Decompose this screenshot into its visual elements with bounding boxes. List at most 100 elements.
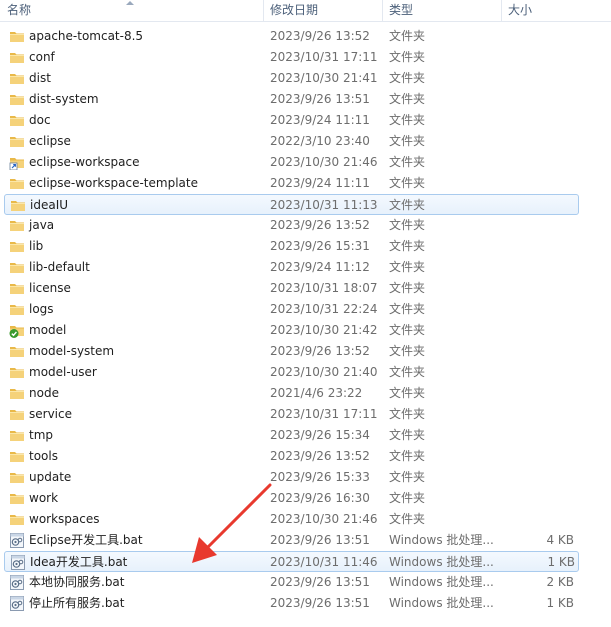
file-row[interactable]: model 2023/10/30 21:42 文件夹 [0,320,611,341]
file-modified-date: 2023/9/26 13:52 [270,344,370,358]
file-type: 文件夹 [389,92,426,106]
file-type: 文件夹 [389,198,426,212]
file-row[interactable]: lib 2023/9/26 15:31 文件夹 [0,236,611,257]
file-type: 文件夹 [389,113,426,127]
file-modified-date: 2023/9/26 13:51 [270,533,370,547]
column-header-name[interactable]: 名称 [0,0,264,21]
batch-file-icon [9,575,25,590]
file-modified-date: 2023/9/24 11:11 [270,113,370,127]
file-name: model-user [29,365,97,379]
file-modified-date: 2022/3/10 23:40 [270,134,370,148]
folder-icon [9,302,25,317]
file-row[interactable]: logs 2023/10/31 22:24 文件夹 [0,299,611,320]
folder-icon [9,29,25,44]
details-pane [0,620,611,627]
file-row[interactable]: update 2023/9/26 15:33 文件夹 [0,467,611,488]
file-modified-date: 2023/10/30 21:46 [270,155,378,169]
file-row[interactable]: tools 2023/9/26 13:52 文件夹 [0,446,611,467]
file-name: tools [29,449,58,463]
file-row[interactable]: eclipse 2022/3/10 23:40 文件夹 [0,131,611,152]
column-header-date[interactable]: 修改日期 [264,0,383,21]
file-row[interactable]: Idea开发工具.bat 2023/10/31 11:46 Windows 批处理.… [4,551,579,572]
file-name: dist-system [29,92,99,106]
file-modified-date: 2023/9/26 13:52 [270,449,370,463]
column-header-name-label: 名称 [7,3,32,17]
file-type: 文件夹 [389,407,426,421]
file-type: Windows 批处理... [389,596,494,610]
file-modified-date: 2023/10/31 11:46 [270,555,378,569]
folder-icon [9,50,25,65]
file-modified-date: 2023/10/30 21:41 [270,71,378,85]
file-modified-date: 2023/9/26 15:33 [270,470,370,484]
folder-icon [9,407,25,422]
file-type: 文件夹 [389,470,426,484]
file-size: 2 KB [546,575,574,589]
folder-icon [10,198,26,213]
file-name: dist [29,71,51,85]
file-modified-date: 2023/9/24 11:12 [270,260,370,274]
file-row[interactable]: 本地协同服务.bat 2023/9/26 13:51 Windows 批处理... 2… [0,572,611,593]
file-type: 文件夹 [389,281,426,295]
file-type: Windows 批处理... [389,555,494,569]
file-name: eclipse [29,134,71,148]
file-row[interactable]: node 2021/4/6 23:22 文件夹 [0,383,611,404]
file-type: 文件夹 [389,428,426,442]
file-modified-date: 2023/9/26 13:52 [270,29,370,43]
file-row[interactable]: lib-default 2023/9/24 11:12 文件夹 [0,257,611,278]
file-type: 文件夹 [389,50,426,64]
folder-icon [9,92,25,107]
file-row[interactable]: model-system 2023/9/26 13:52 文件夹 [0,341,611,362]
file-name: work [29,491,59,505]
folder-icon [9,344,25,359]
folder-icon [9,218,25,233]
file-name: node [29,386,59,400]
file-row[interactable]: Eclipse开发工具.bat 2023/9/26 13:51 Windows 批处… [0,530,611,551]
folder-icon [9,365,25,380]
folder-icon [9,260,25,275]
file-row[interactable]: dist-system 2023/9/26 13:51 文件夹 [0,89,611,110]
file-name: Idea开发工具.bat [30,555,128,569]
column-header-type[interactable]: 类型 [383,0,502,21]
file-name: conf [29,50,55,64]
file-name: tmp [29,428,54,442]
file-modified-date: 2023/9/26 13:51 [270,596,370,610]
column-header-type-label: 类型 [389,3,414,17]
file-row[interactable]: conf 2023/10/31 17:11 文件夹 [0,47,611,68]
file-row[interactable]: eclipse-workspace 2023/10/30 21:46 文件夹 [0,152,611,173]
column-header-date-label: 修改日期 [270,3,319,17]
folder-icon [9,176,25,191]
file-modified-date: 2021/4/6 23:22 [270,386,363,400]
file-row[interactable]: ideaIU 2023/10/31 11:13 文件夹 [4,194,579,215]
file-row[interactable]: apache-tomcat-8.5 2023/9/26 13:52 文件夹 [0,26,611,47]
file-row[interactable]: workspaces 2023/10/30 21:46 文件夹 [0,509,611,530]
file-type: 文件夹 [389,29,426,43]
file-row[interactable]: java 2023/9/26 13:52 文件夹 [0,215,611,236]
folder-synced-icon [9,323,25,338]
file-row[interactable]: 停止所有服务.bat 2023/9/26 13:51 Windows 批处理... 1… [0,593,611,614]
file-type: 文件夹 [389,239,426,253]
file-modified-date: 2023/10/31 18:07 [270,281,378,295]
column-header-size[interactable]: 大小 [502,0,611,21]
sort-ascending-icon [126,1,134,5]
file-name: eclipse-workspace [29,155,140,169]
folder-icon [9,281,25,296]
file-modified-date: 2023/9/26 13:51 [270,575,370,589]
file-modified-date: 2023/10/30 21:40 [270,365,378,379]
file-name: service [29,407,72,421]
file-row[interactable]: dist 2023/10/30 21:41 文件夹 [0,68,611,89]
file-row[interactable]: license 2023/10/31 18:07 文件夹 [0,278,611,299]
file-name: 本地协同服务.bat [29,575,125,589]
batch-file-icon [10,555,26,570]
file-row[interactable]: doc 2023/9/24 11:11 文件夹 [0,110,611,131]
file-row[interactable]: model-user 2023/10/30 21:40 文件夹 [0,362,611,383]
file-type: 文件夹 [389,218,426,232]
file-row[interactable]: work 2023/9/26 16:30 文件夹 [0,488,611,509]
file-name: Eclipse开发工具.bat [29,533,143,547]
file-type: 文件夹 [389,323,426,337]
file-row[interactable]: service 2023/10/31 17:11 文件夹 [0,404,611,425]
file-row[interactable]: eclipse-workspace-template 2023/9/24 11:1… [0,173,611,194]
file-name: update [29,470,72,484]
folder-icon [9,386,25,401]
file-type: 文件夹 [389,260,426,274]
file-row[interactable]: tmp 2023/9/26 15:34 文件夹 [0,425,611,446]
